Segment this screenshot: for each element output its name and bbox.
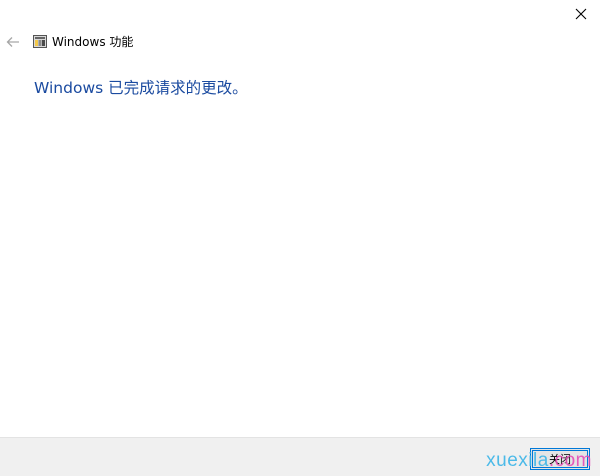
close-icon [575,8,587,20]
window-title: Windows 功能 [52,35,134,49]
watermark-part-1: xuexila [486,450,549,471]
watermark-part-2: .com [548,450,592,471]
close-window-button[interactable] [568,4,594,24]
windows-features-icon [33,35,47,48]
back-button[interactable] [5,32,21,52]
site-watermark: xuexila.com [486,450,592,472]
windows-features-dialog: Windows 功能 Windows 已完成请求的更改。 关闭 xuexila.… [0,0,600,476]
title-row: Windows 功能 [0,32,600,52]
status-message: Windows 已完成请求的更改。 [34,79,248,97]
back-arrow-icon [6,37,19,47]
